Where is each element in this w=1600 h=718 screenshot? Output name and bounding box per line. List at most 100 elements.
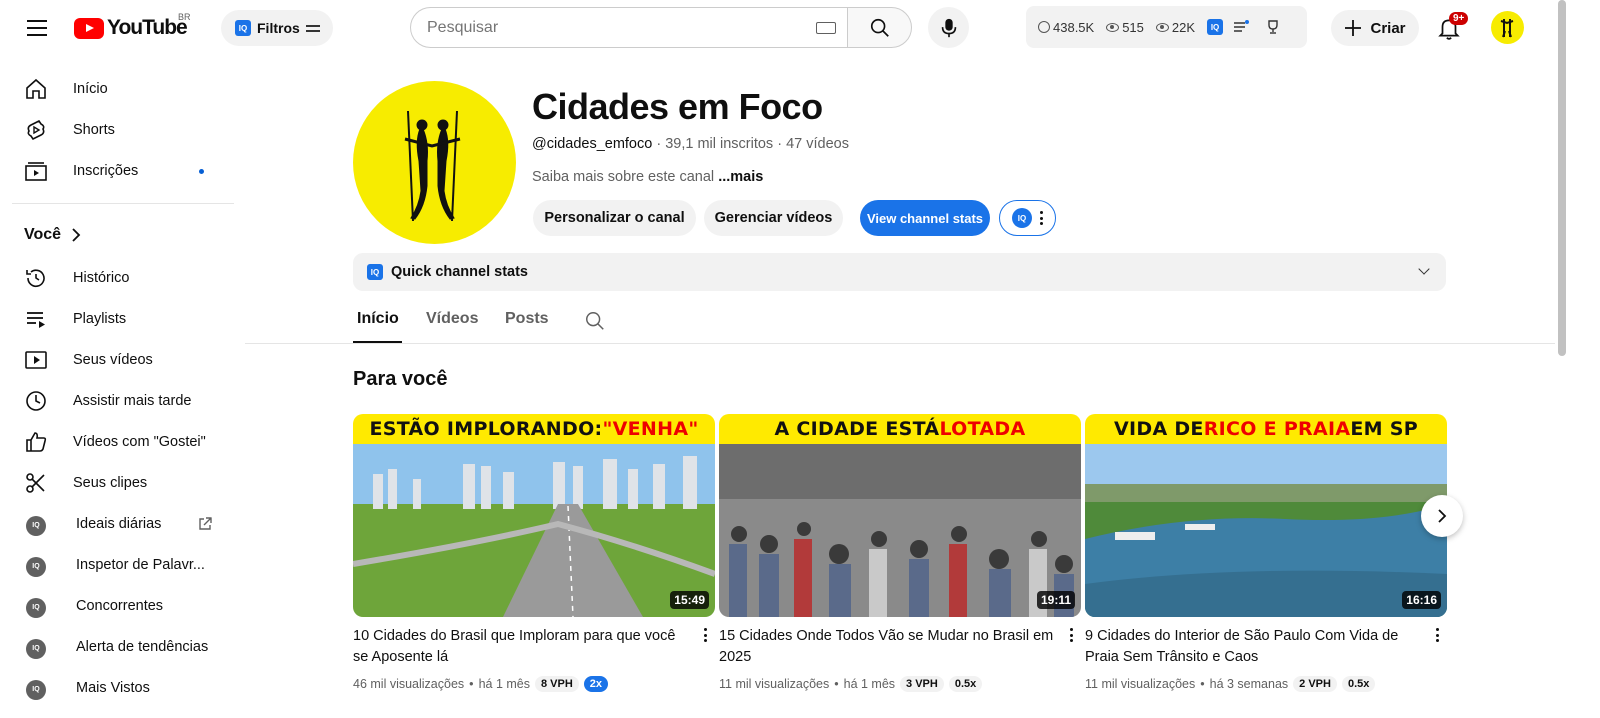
video-title[interactable]: 9 Cidades do Interior de São Paulo Com V… xyxy=(1085,626,1425,668)
total-views-stat: 22K xyxy=(1155,20,1195,35)
channel-stats-pill[interactable]: 438.5K 515 22K IQ xyxy=(1026,6,1307,48)
like-icon xyxy=(26,432,47,452)
sidebar-item-home[interactable]: Início xyxy=(12,69,234,109)
top-bar: YouTube BR IQ Filtros 438.5K 515 22K IQ xyxy=(0,0,1600,56)
sidebar-item-liked-videos[interactable]: Vídeos com "Gostei" xyxy=(12,422,234,462)
tab-home[interactable]: Início xyxy=(357,310,399,328)
video-thumbnail[interactable]: VIDA DE RICO E PRAIA EM SP 16:16 xyxy=(1085,414,1447,617)
tabs-divider xyxy=(245,343,1555,344)
subscriber-count: 39,1 mil inscritos xyxy=(665,136,774,152)
eye-icon xyxy=(1155,22,1169,32)
scrollbar-thumb[interactable] xyxy=(1558,0,1566,356)
playlists-icon xyxy=(27,312,45,328)
sidebar-item-subscriptions[interactable]: Inscrições xyxy=(12,151,234,191)
more-vert-icon[interactable] xyxy=(704,628,707,642)
customize-channel-button[interactable]: Personalizar o canal xyxy=(533,200,696,236)
sidebar-item-your-clips[interactable]: Seus clipes xyxy=(12,463,234,503)
video-duration: 19:11 xyxy=(1036,591,1075,609)
hamburger-menu-icon[interactable] xyxy=(22,13,52,43)
iq-logo-icon: IQ xyxy=(235,20,251,36)
you-section-title[interactable]: Você xyxy=(24,226,81,244)
quick-channel-stats-bar[interactable]: IQ Quick channel stats xyxy=(353,253,1446,291)
create-label: Criar xyxy=(1370,19,1406,37)
channel-name: Cidades em Foco xyxy=(532,86,823,127)
keyboard-icon[interactable] xyxy=(816,22,836,34)
more-vert-icon[interactable] xyxy=(1436,628,1439,642)
voice-search-button[interactable] xyxy=(928,7,969,48)
thumbnail-banner: VIDA DE RICO E PRAIA EM SP xyxy=(1085,414,1447,444)
channel-logo-figures-icon xyxy=(404,110,461,222)
new-content-dot xyxy=(199,168,204,174)
iq-options-button[interactable]: IQ xyxy=(999,200,1056,236)
video-thumbnail[interactable]: A CIDADE ESTÁ LOTADA 19:11 xyxy=(719,414,1081,617)
iq-logo-icon: IQ xyxy=(367,264,383,280)
plus-icon xyxy=(1345,20,1362,36)
channel-meta: @cidades_emfoco · 39,1 mil inscritos · 4… xyxy=(532,136,849,152)
sidebar-item-most-viewed[interactable]: IQ Mais Vistos xyxy=(12,668,234,708)
sidebar-item-keyword-inspector[interactable]: IQ Inspetor de Palavr... xyxy=(12,545,234,585)
video-age: há 3 semanas xyxy=(1209,677,1289,691)
sidebar-item-daily-ideas[interactable]: IQ Ideais diárias xyxy=(12,504,234,544)
channel-avatar[interactable] xyxy=(353,81,516,244)
youtube-logo[interactable]: YouTube BR xyxy=(74,12,191,40)
video-views: 11 mil visualizações xyxy=(1085,677,1196,691)
view-channel-stats-button[interactable]: View channel stats xyxy=(860,200,990,236)
chevron-right-icon xyxy=(72,228,81,242)
video-title[interactable]: 15 Cidades Onde Todos Vão se Mudar no Br… xyxy=(719,626,1059,668)
search-box xyxy=(410,7,848,48)
user-avatar[interactable] xyxy=(1491,11,1524,44)
sidebar-item-history[interactable]: Histórico xyxy=(12,258,234,298)
sidebar-item-shorts[interactable]: Shorts xyxy=(12,110,234,150)
channel-search-icon[interactable] xyxy=(584,310,606,332)
video-card: ESTÃO IMPLORANDO: "VENHA" 15:49 10 Cidad… xyxy=(353,414,715,692)
your-videos-icon xyxy=(25,351,47,369)
thumbnail-banner: A CIDADE ESTÁ LOTADA xyxy=(719,414,1081,444)
search-input[interactable] xyxy=(427,18,807,37)
sidebar-divider xyxy=(12,203,234,204)
video-duration: 15:49 xyxy=(670,591,709,609)
video-meta: 11 mil visualizações • há 1 mês 3 VPH 0.5… xyxy=(719,676,1081,692)
manage-videos-button[interactable]: Gerenciar vídeos xyxy=(704,200,843,236)
notifications-badge: 9+ xyxy=(1449,12,1469,25)
iq-icon: IQ xyxy=(26,515,46,536)
iq-logo-icon[interactable]: IQ xyxy=(1207,19,1224,35)
video-thumbnail[interactable]: ESTÃO IMPLORANDO: "VENHA" 15:49 xyxy=(353,414,715,617)
more-vert-icon[interactable] xyxy=(1070,628,1073,642)
video-card: A CIDADE ESTÁ LOTADA 19:11 15 Cidades On… xyxy=(719,414,1081,692)
trophy-icon[interactable] xyxy=(1265,19,1281,35)
create-button[interactable]: Criar xyxy=(1331,10,1419,46)
carousel-next-button[interactable] xyxy=(1421,495,1463,537)
page-scrollbar[interactable] xyxy=(1556,0,1568,718)
sliders-icon xyxy=(305,22,320,34)
country-code: BR xyxy=(178,12,191,22)
clips-icon xyxy=(26,473,45,493)
shorts-icon xyxy=(27,119,45,141)
video-views: 46 mil visualizações xyxy=(353,677,465,691)
video-title[interactable]: 10 Cidades do Brasil que Imploram para q… xyxy=(353,626,693,668)
subscriptions-icon xyxy=(25,162,47,181)
search-button[interactable] xyxy=(847,7,912,48)
chevron-right-icon xyxy=(1438,509,1447,523)
multiplier-chip: 2x xyxy=(583,676,609,692)
filters-button[interactable]: IQ Filtros xyxy=(221,10,333,46)
sidebar-item-competitors[interactable]: IQ Concorrentes xyxy=(12,586,234,626)
thumbnail-river-image xyxy=(1085,444,1447,617)
video-age: há 1 mês xyxy=(843,677,896,691)
sidebar-item-trend-alerts[interactable]: IQ Alerta de tendências xyxy=(12,627,234,667)
iq-logo-icon: IQ xyxy=(1012,208,1032,228)
channel-handle: @cidades_emfoco xyxy=(532,136,653,152)
avatar-figures-icon xyxy=(1500,19,1514,38)
sidebar-item-watch-later[interactable]: Assistir mais tarde xyxy=(12,381,234,421)
tab-posts[interactable]: Posts xyxy=(505,310,549,328)
sidebar-item-your-videos[interactable]: Seus vídeos xyxy=(12,340,234,380)
list-icon[interactable] xyxy=(1233,20,1250,34)
chevron-down-icon xyxy=(1418,263,1430,275)
tab-videos[interactable]: Vídeos xyxy=(426,310,478,328)
sidebar-item-playlists[interactable]: Playlists xyxy=(12,299,234,339)
video-duration: 16:16 xyxy=(1402,591,1441,609)
channel-about-link[interactable]: Saiba mais sobre este canal ...mais xyxy=(532,169,763,185)
mic-icon xyxy=(941,18,956,37)
eye-icon xyxy=(1106,22,1120,32)
home-icon xyxy=(26,78,46,99)
iq-icon: IQ xyxy=(26,556,46,577)
